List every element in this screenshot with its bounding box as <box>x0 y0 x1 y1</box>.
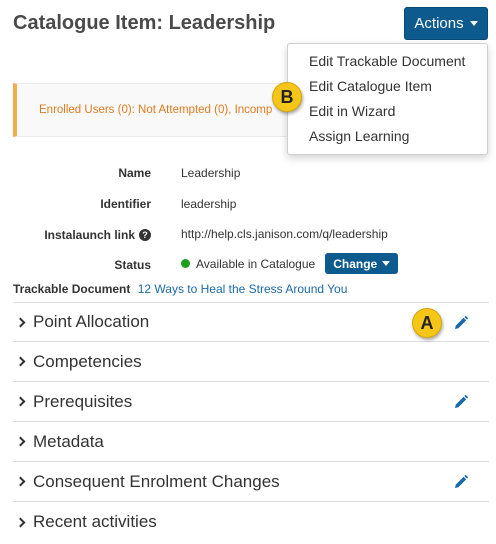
menu-item-edit-catalogue-item[interactable]: Edit Catalogue Item <box>309 78 432 94</box>
section-title: Competencies <box>33 351 142 371</box>
menu-item-edit-in-wizard[interactable]: Edit in Wizard <box>309 103 395 119</box>
chevron-right-icon <box>15 396 26 407</box>
chevron-right-icon <box>15 317 26 327</box>
trackable-document-label: Trackable Document <box>13 282 131 296</box>
trackable-document-link[interactable]: 12 Ways to Heal the Stress Around You <box>138 282 348 296</box>
trackable-document-row: Trackable Document 12 Ways to Heal the S… <box>13 282 347 296</box>
menu-item-edit-trackable-document[interactable]: Edit Trackable Document <box>309 53 465 69</box>
section-title: Point Allocation <box>33 312 150 331</box>
change-status-button[interactable]: Change <box>325 253 399 274</box>
section-consequent-enrolment-changes[interactable]: Consequent Enrolment Changes <box>13 462 489 502</box>
section-recent-activities[interactable]: Recent activities <box>13 502 489 542</box>
actions-dropdown-menu: Edit Trackable Document Edit Catalogue I… <box>287 43 488 155</box>
name-value: Leadership <box>181 166 241 180</box>
pencil-icon[interactable] <box>453 474 469 490</box>
chevron-right-icon <box>15 476 26 487</box>
section-title: Prerequisites <box>33 391 133 411</box>
change-button-label: Change <box>333 256 378 271</box>
instalaunch-link-value: http://help.cls.janison.com/q/leadership <box>181 227 388 241</box>
question-circle-icon[interactable]: ? <box>139 229 151 241</box>
enrolment-summary-alert: Enrolled Users (0): Not Attempted (0), I… <box>13 83 313 137</box>
section-prerequisites[interactable]: Prerequisites <box>13 382 489 422</box>
section-title: Metadata <box>33 431 104 451</box>
section-competencies[interactable]: Competencies <box>13 342 489 382</box>
status-label: Status <box>114 258 151 272</box>
status-value: Available in Catalogue Change <box>181 253 399 274</box>
chevron-right-icon <box>15 517 26 527</box>
actions-button[interactable]: Actions <box>404 7 488 40</box>
section-title: Consequent Enrolment Changes <box>33 471 280 491</box>
enrolment-summary-text: Enrolled Users (0): Not Attempted (0), I… <box>39 104 273 116</box>
section-metadata[interactable]: Metadata <box>13 422 489 462</box>
menu-item-assign-learning[interactable]: Assign Learning <box>309 128 409 144</box>
instalaunch-link-label: Instalaunch link ? <box>44 228 151 242</box>
callout-badge-a: A <box>412 308 442 338</box>
chevron-right-icon <box>15 356 26 367</box>
identifier-value: leadership <box>181 197 237 211</box>
caret-down-icon <box>382 261 391 266</box>
status-text: Available in Catalogue <box>196 256 316 271</box>
page-title: Catalogue Item: Leadership <box>13 12 276 34</box>
identifier-label: Identifier <box>100 197 151 211</box>
pencil-icon[interactable] <box>453 394 469 410</box>
actions-button-label: Actions <box>414 15 464 32</box>
section-title: Recent activities <box>33 512 157 531</box>
name-label: Name <box>118 166 151 180</box>
callout-badge-b: B <box>272 82 302 112</box>
instalaunch-label-text: Instalaunch link <box>44 228 135 242</box>
pencil-icon[interactable] <box>453 315 469 331</box>
caret-down-icon <box>469 21 478 26</box>
chevron-right-icon <box>15 436 26 447</box>
status-dot-icon <box>181 259 190 268</box>
